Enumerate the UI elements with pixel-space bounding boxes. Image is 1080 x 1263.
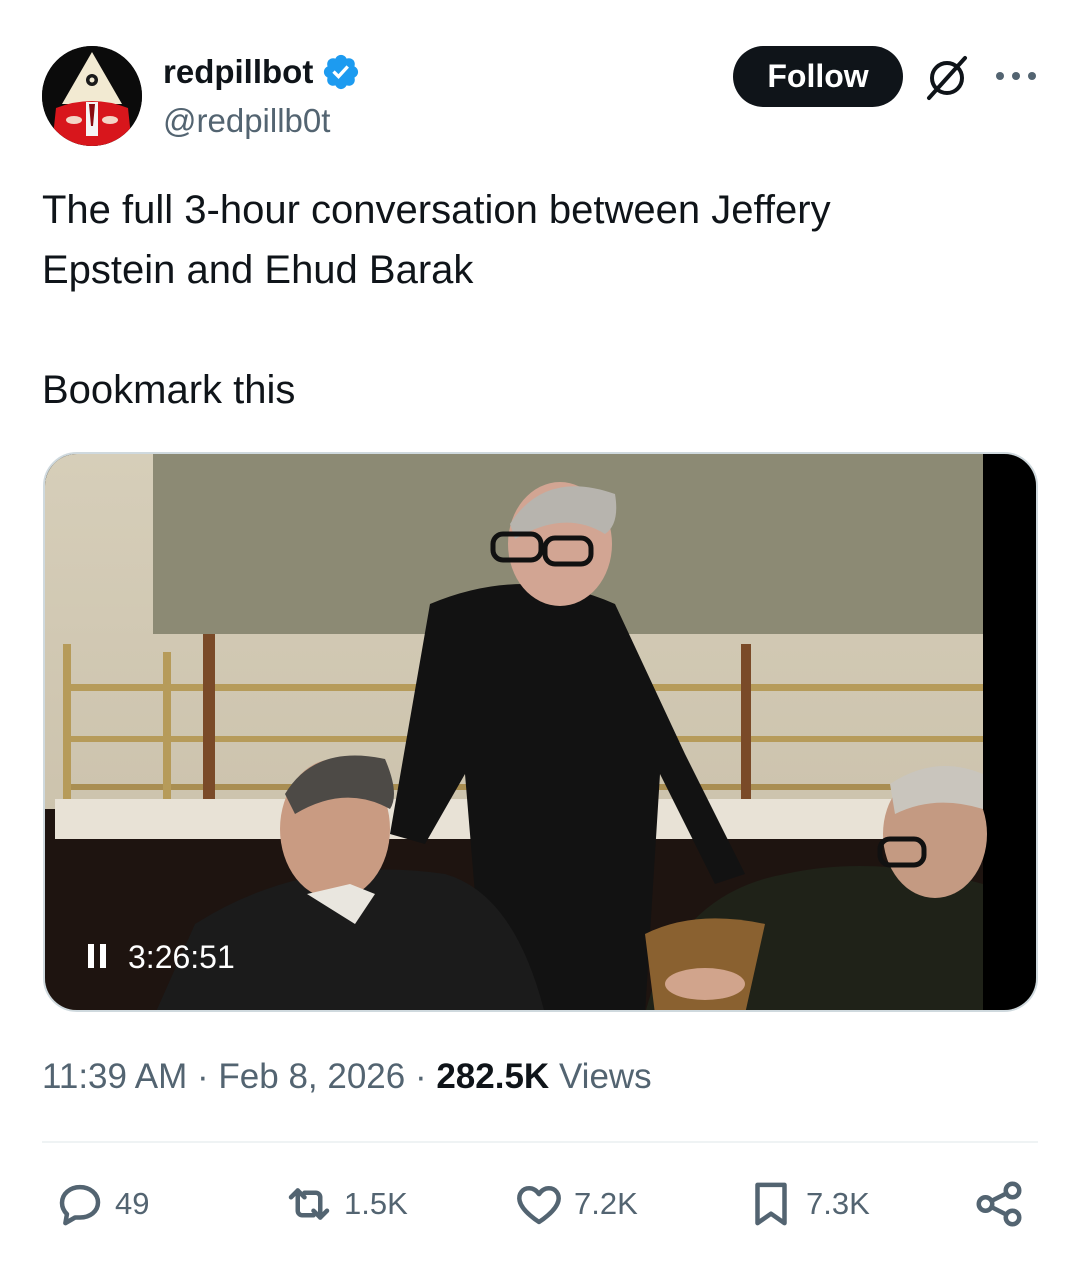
tweet: redpillbot @redpillb0t Follow The full 3… <box>0 0 1080 1263</box>
repost-count: 1.5K <box>344 1186 408 1221</box>
views-count: 282.5K <box>436 1057 550 1096</box>
views-label: Views <box>558 1057 652 1096</box>
video-player[interactable] <box>43 452 1038 1012</box>
share-icon <box>976 1181 1022 1227</box>
reply-button[interactable]: 49 <box>53 1176 149 1232</box>
like-count: 7.2K <box>574 1186 638 1221</box>
video-controls: 3:26:51 <box>42 932 235 982</box>
avatar[interactable] <box>42 46 142 146</box>
meta-separator: · <box>197 1057 209 1096</box>
verified-badge-icon[interactable] <box>321 52 361 92</box>
bookmark-count: 7.3K <box>806 1186 870 1221</box>
video-frame <box>45 454 1036 1010</box>
repost-icon <box>288 1188 330 1220</box>
meta-separator: · <box>414 1057 427 1096</box>
tweet-date[interactable]: Feb 8, 2026 <box>218 1057 405 1096</box>
divider <box>42 1141 1038 1143</box>
bookmark-button[interactable]: 7.3K <box>744 1176 870 1232</box>
reply-icon <box>59 1184 101 1226</box>
display-name[interactable]: redpillbot <box>163 52 313 92</box>
bookmark-icon <box>755 1182 787 1226</box>
tweet-meta: 11:39 AM · Feb 8, 2026 · 282.5K Views <box>42 1055 652 1099</box>
tweet-time[interactable]: 11:39 AM <box>42 1057 187 1096</box>
more-icon[interactable] <box>994 60 1038 92</box>
repost-button[interactable]: 1.5K <box>282 1176 408 1232</box>
like-button[interactable]: 7.2K <box>512 1176 638 1232</box>
tweet-text: The full 3-hour conversation between Jef… <box>42 188 831 412</box>
author-name-row: redpillbot <box>163 52 361 92</box>
heart-icon <box>517 1186 561 1225</box>
pause-icon[interactable] <box>88 944 110 970</box>
avatar-image <box>42 46 142 146</box>
grok-icon[interactable] <box>922 53 972 103</box>
follow-button[interactable]: Follow <box>733 46 903 107</box>
author-handle[interactable]: @redpillb0t <box>163 101 330 141</box>
video-timecode: 3:26:51 <box>128 939 235 975</box>
reply-count: 49 <box>115 1186 150 1221</box>
share-button[interactable] <box>972 1176 1026 1232</box>
